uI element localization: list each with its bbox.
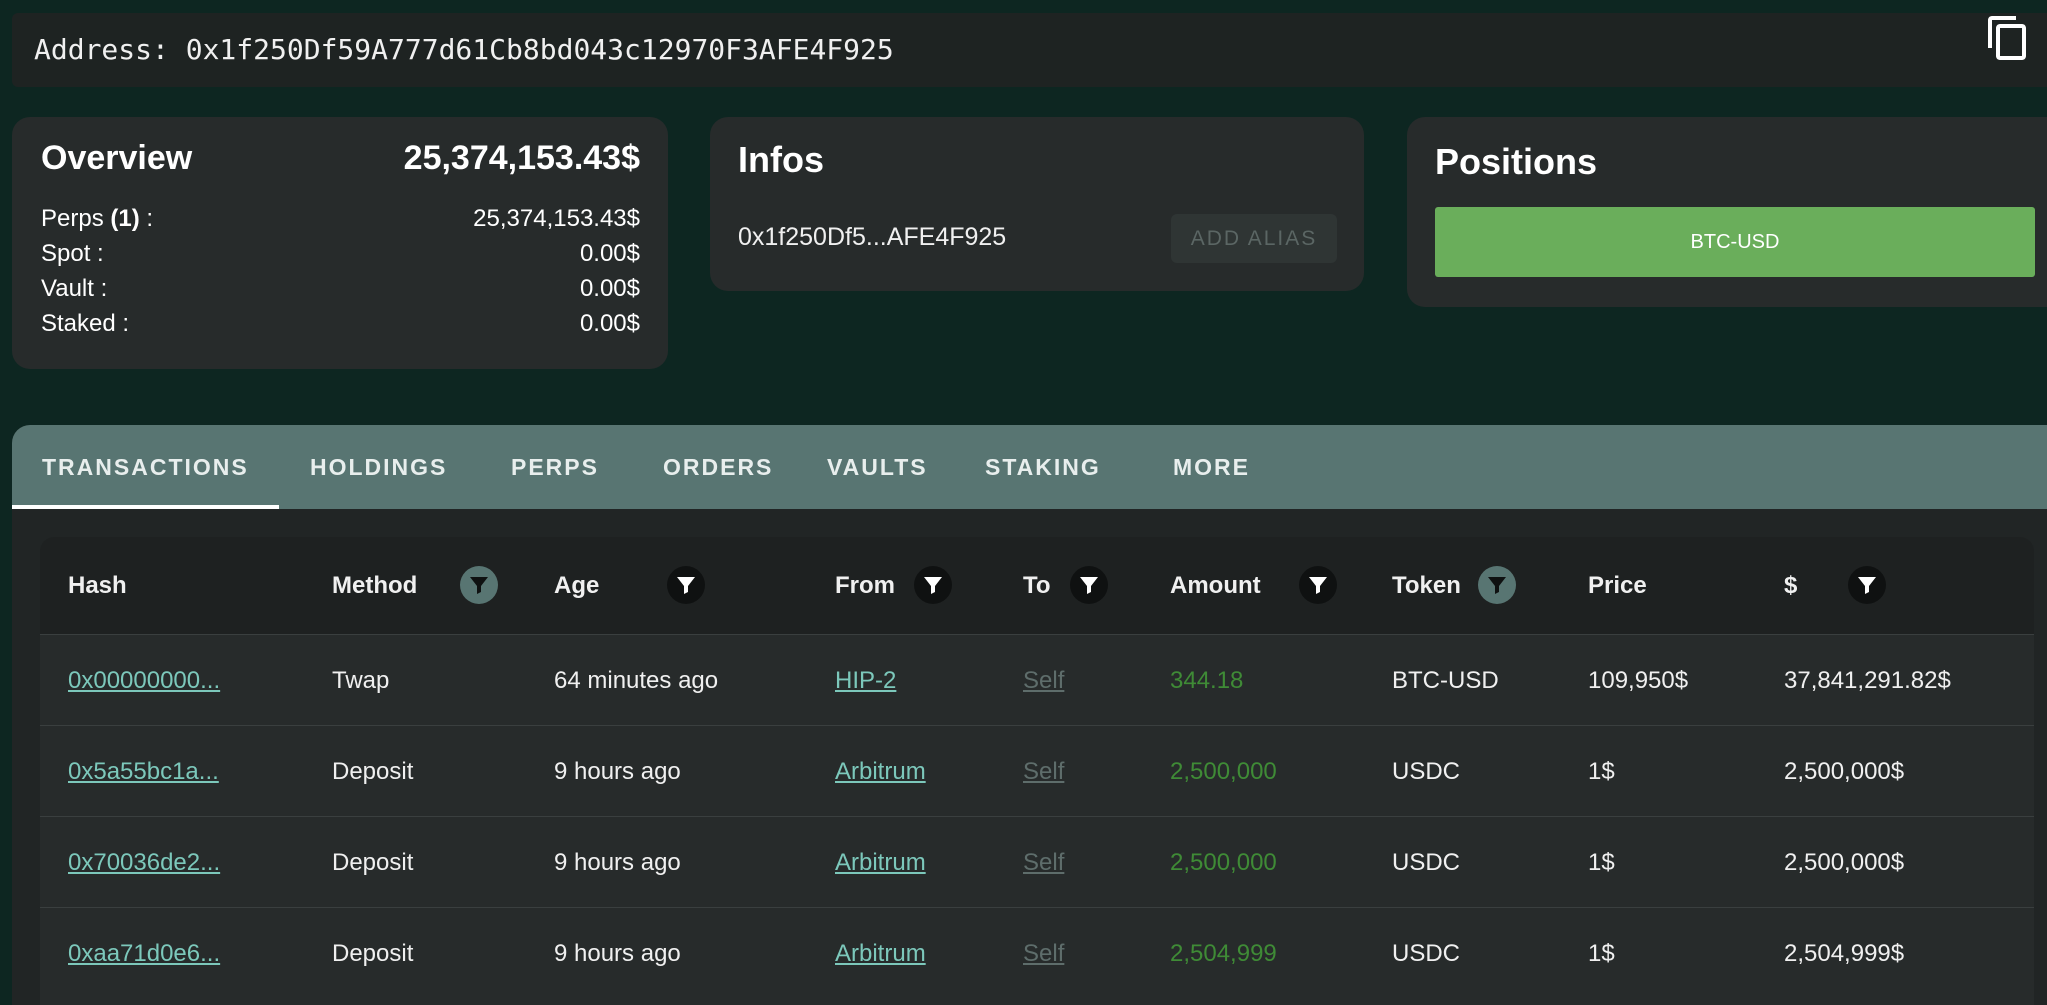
filter-icon[interactable]: [1478, 566, 1516, 604]
hash-link[interactable]: 0xaa71d0e6...: [68, 908, 220, 999]
usd-value-cell: 2,500,000$: [1784, 849, 1905, 876]
address-text: Address: 0x1f250Df59A777d61Cb8bd043c1297…: [34, 33, 894, 66]
table-row: 0x70036de2... Deposit 9 hours ago Arbitr…: [40, 816, 2034, 908]
token-cell: USDC: [1392, 849, 1461, 876]
amount-cell: 2,500,000: [1170, 849, 1277, 876]
hash-link[interactable]: 0x00000000...: [68, 635, 220, 726]
column-header-to: To: [1023, 572, 1051, 599]
positions-card: Positions BTC-USD: [1407, 117, 2047, 307]
age-cell: 64 minutes ago: [554, 667, 719, 694]
hash-link[interactable]: 0x5a55bc1a...: [68, 726, 219, 817]
positions-title: Positions: [1435, 141, 1598, 182]
to-link[interactable]: Self: [1023, 635, 1064, 726]
usd-value-cell: 2,504,999$: [1784, 940, 1905, 967]
method-cell: Deposit: [332, 849, 414, 876]
price-cell: 1$: [1588, 849, 1615, 876]
overview-row-count: (1): [110, 205, 140, 232]
overview-row-label: Spot :: [41, 240, 104, 268]
overview-card: Overview 25,374,153.43$ Perps (1) : 25,37…: [12, 117, 668, 369]
column-header-amount: Amount: [1170, 572, 1261, 599]
tab-perps[interactable]: PERPS: [511, 425, 599, 509]
column-header-token: Token: [1392, 572, 1461, 599]
tab-staking[interactable]: STAKING: [985, 425, 1101, 509]
column-header-method: Method: [332, 572, 418, 599]
usd-value-cell: 37,841,291.82$: [1784, 667, 1951, 694]
tab-vaults[interactable]: VAULTS: [827, 425, 928, 509]
filter-icon[interactable]: [667, 566, 705, 604]
price-cell: 109,950$: [1588, 667, 1689, 694]
overview-row-label-text: Staked :: [41, 310, 130, 337]
short-address: 0x1f250Df5...AFE4F925: [738, 223, 1007, 251]
overview-row-value: 0.00$: [579, 240, 640, 267]
from-link[interactable]: Arbitrum: [835, 908, 926, 999]
amount-cell: 2,500,000: [1170, 758, 1277, 785]
overview-row-label-text: Vault :: [41, 275, 108, 302]
position-button-btc-usd[interactable]: BTC-USD: [1435, 207, 2035, 277]
overview-row-vault: Vault : 0.00$: [41, 272, 640, 306]
method-cell: Twap: [332, 667, 390, 694]
table-row: 0x5a55bc1a... Deposit 9 hours ago Arbitr…: [40, 725, 2034, 817]
column-header-hash: Hash: [68, 572, 127, 599]
table-header: Hash Method Age From To Amount Token Pri…: [40, 537, 2034, 634]
method-cell: Deposit: [332, 758, 414, 785]
to-link[interactable]: Self: [1023, 817, 1064, 908]
tab-more[interactable]: MORE: [1173, 425, 1250, 509]
overview-row-value: 0.00$: [579, 310, 640, 337]
tab-holdings[interactable]: HOLDINGS: [310, 425, 447, 509]
overview-row-staked: Staked : 0.00$: [41, 307, 640, 341]
overview-row-spot: Spot : 0.00$: [41, 237, 640, 271]
overview-row-label: Vault :: [41, 275, 107, 303]
token-cell: USDC: [1392, 758, 1461, 785]
overview-row-value: 25,374,153.43$: [473, 205, 640, 232]
filter-icon[interactable]: [460, 566, 498, 604]
to-link[interactable]: Self: [1023, 726, 1064, 817]
to-link[interactable]: Self: [1023, 908, 1064, 999]
amount-cell: 2,504,999: [1170, 940, 1277, 967]
tab-transactions[interactable]: TRANSACTIONS: [42, 425, 249, 509]
method-cell: Deposit: [332, 940, 414, 967]
table-row: 0xaa71d0e6... Deposit 9 hours ago Arbitr…: [40, 907, 2034, 999]
price-cell: 1$: [1588, 940, 1615, 967]
overview-row-label: Perps (1) :: [41, 205, 153, 233]
overview-total: 25,374,153.43$: [403, 139, 640, 177]
hash-link[interactable]: 0x70036de2...: [68, 817, 220, 908]
age-cell: 9 hours ago: [554, 849, 681, 876]
overview-row-label-text: Perps: [41, 205, 111, 232]
usd-value-cell: 2,500,000$: [1784, 758, 1905, 785]
infos-title: Infos: [738, 139, 824, 180]
overview-row-label: Staked :: [41, 310, 129, 338]
filter-icon[interactable]: [914, 566, 952, 604]
copy-icon[interactable]: [1984, 14, 2032, 62]
add-alias-button[interactable]: ADD ALIAS: [1171, 214, 1337, 263]
filter-icon[interactable]: [1299, 566, 1337, 604]
column-header-age: Age: [554, 572, 600, 599]
age-cell: 9 hours ago: [554, 940, 681, 967]
address-bar: Address: 0x1f250Df59A777d61Cb8bd043c1297…: [12, 13, 2047, 87]
filter-icon[interactable]: [1848, 566, 1886, 604]
column-header-usd: $: [1784, 572, 1798, 599]
overview-row-value: 0.00$: [579, 275, 640, 302]
overview-row-perps: Perps (1) : 25,374,153.43$: [41, 202, 640, 236]
filter-icon[interactable]: [1070, 566, 1108, 604]
column-header-from: From: [835, 572, 895, 599]
active-tab-indicator: [12, 505, 279, 509]
from-link[interactable]: Arbitrum: [835, 726, 926, 817]
table-row: 0x00000000... Twap 64 minutes ago HIP-2 …: [40, 634, 2034, 726]
from-link[interactable]: Arbitrum: [835, 817, 926, 908]
tab-orders[interactable]: ORDERS: [663, 425, 773, 509]
age-cell: 9 hours ago: [554, 758, 681, 785]
column-header-price: Price: [1588, 572, 1647, 599]
amount-cell: 344.18: [1170, 667, 1244, 694]
overview-title: Overview: [41, 139, 193, 177]
infos-card: Infos 0x1f250Df5...AFE4F925 ADD ALIAS: [710, 117, 1364, 291]
from-link[interactable]: HIP-2: [835, 635, 896, 726]
tab-panel: TRANSACTIONS HOLDINGS PERPS ORDERS VAULT…: [12, 425, 2047, 1005]
price-cell: 1$: [1588, 758, 1615, 785]
token-cell: USDC: [1392, 940, 1461, 967]
overview-row-label-text: Spot :: [41, 240, 104, 267]
transactions-table: Hash Method Age From To Amount Token Pri…: [40, 537, 2034, 1005]
overview-row-label-suffix: :: [139, 205, 154, 232]
tab-bar: TRANSACTIONS HOLDINGS PERPS ORDERS VAULT…: [12, 425, 2047, 509]
token-cell: BTC-USD: [1392, 667, 1499, 694]
